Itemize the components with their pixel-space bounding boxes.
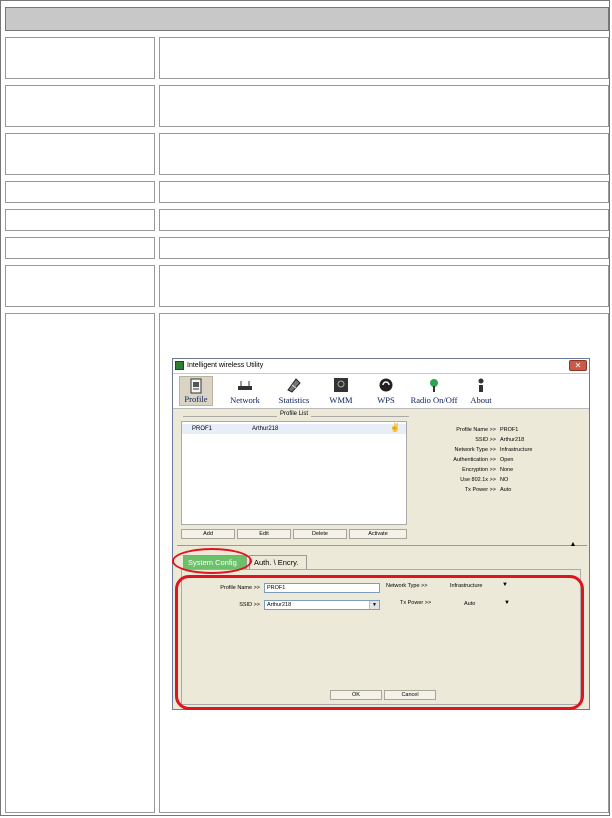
profile-icon bbox=[190, 378, 202, 394]
info-8021x: Use 802.1x >> NO bbox=[460, 477, 509, 483]
table-cell-left-4 bbox=[5, 181, 155, 203]
about-icon bbox=[478, 378, 484, 392]
table-cell-left-2 bbox=[5, 85, 155, 127]
radio-icon bbox=[430, 379, 438, 392]
profile-row-name: PROF1 bbox=[192, 426, 213, 432]
tab-auth-encry[interactable]: Auth. \ Encry. bbox=[249, 555, 307, 569]
toolbar-network[interactable]: Network bbox=[225, 376, 265, 406]
wps-icon bbox=[379, 378, 393, 392]
toolbar-network-label: Network bbox=[230, 395, 260, 405]
toolbar-radio[interactable]: Radio On/Off bbox=[409, 376, 459, 406]
network-icon bbox=[238, 381, 252, 390]
table-cell-right-7 bbox=[159, 265, 609, 307]
toolbar: Profile Network Statistics WMM WPS Radio… bbox=[173, 374, 589, 409]
add-button[interactable]: Add bbox=[181, 529, 235, 539]
info-network-type: Network Type >> Infrastructure bbox=[454, 447, 533, 453]
highlight-config-panel bbox=[175, 575, 584, 710]
table-cell-right-3 bbox=[159, 133, 609, 175]
info-encryption: Encryption >> None bbox=[462, 467, 514, 473]
close-button[interactable]: ✕ bbox=[569, 360, 587, 371]
table-cell-left-7 bbox=[5, 265, 155, 307]
table-cell-left-1 bbox=[5, 37, 155, 79]
toolbar-wps-label: WPS bbox=[377, 395, 395, 405]
active-profile-icon: ✌ bbox=[390, 423, 400, 432]
toolbar-wps[interactable]: WPS bbox=[373, 376, 399, 406]
table-cell-right-6 bbox=[159, 237, 609, 259]
table-cell-right-1 bbox=[159, 37, 609, 79]
toolbar-profile[interactable]: Profile bbox=[179, 376, 213, 406]
highlight-system-config-tab bbox=[172, 548, 252, 574]
table-cell-left-3 bbox=[5, 133, 155, 175]
info-authentication: Authentication >> Open bbox=[453, 457, 514, 463]
toolbar-statistics[interactable]: Statistics bbox=[273, 376, 315, 406]
table-cell-left-6 bbox=[5, 237, 155, 259]
activate-button[interactable]: Activate bbox=[349, 529, 407, 539]
profile-list-section: Profile List PROF1 Arthur218 ✌ Add Edit … bbox=[177, 411, 585, 541]
collapse-divider bbox=[177, 545, 587, 546]
table-cell-right-5 bbox=[159, 209, 609, 231]
toolbar-wmm[interactable]: WMM bbox=[327, 376, 355, 406]
collapse-arrow-icon[interactable]: ▲ bbox=[564, 541, 582, 549]
toolbar-radio-label: Radio On/Off bbox=[410, 395, 458, 405]
profile-list[interactable]: PROF1 Arthur218 ✌ bbox=[181, 421, 407, 525]
profile-list-title: Profile List bbox=[277, 411, 312, 417]
window-title: Intelligent wireless Utility bbox=[187, 362, 264, 369]
table-cell-left-5 bbox=[5, 209, 155, 231]
info-profile-name: Profile Name >> PROF1 bbox=[456, 427, 519, 433]
toolbar-about-label: About bbox=[470, 395, 492, 405]
statistics-icon bbox=[287, 378, 301, 393]
profile-row-ssid: Arthur218 bbox=[252, 426, 279, 432]
window-titlebar: Intelligent wireless Utility ✕ bbox=[173, 359, 589, 374]
delete-button[interactable]: Delete bbox=[293, 529, 347, 539]
toolbar-profile-label: Profile bbox=[184, 394, 208, 404]
info-tx-power: Tx Power >> Auto bbox=[464, 487, 512, 493]
table-header-row bbox=[5, 7, 609, 31]
app-icon bbox=[175, 361, 184, 370]
table-cell-right-4 bbox=[159, 181, 609, 203]
profile-row[interactable]: PROF1 Arthur218 ✌ bbox=[182, 423, 406, 434]
wmm-icon bbox=[334, 378, 348, 392]
table-cell-left-8 bbox=[5, 313, 155, 813]
edit-button[interactable]: Edit bbox=[237, 529, 291, 539]
toolbar-statistics-label: Statistics bbox=[278, 395, 310, 405]
toolbar-about[interactable]: About bbox=[467, 376, 495, 406]
table-cell-right-2 bbox=[159, 85, 609, 127]
info-ssid: SSID >> Arthur218 bbox=[475, 437, 525, 443]
toolbar-wmm-label: WMM bbox=[329, 395, 353, 405]
